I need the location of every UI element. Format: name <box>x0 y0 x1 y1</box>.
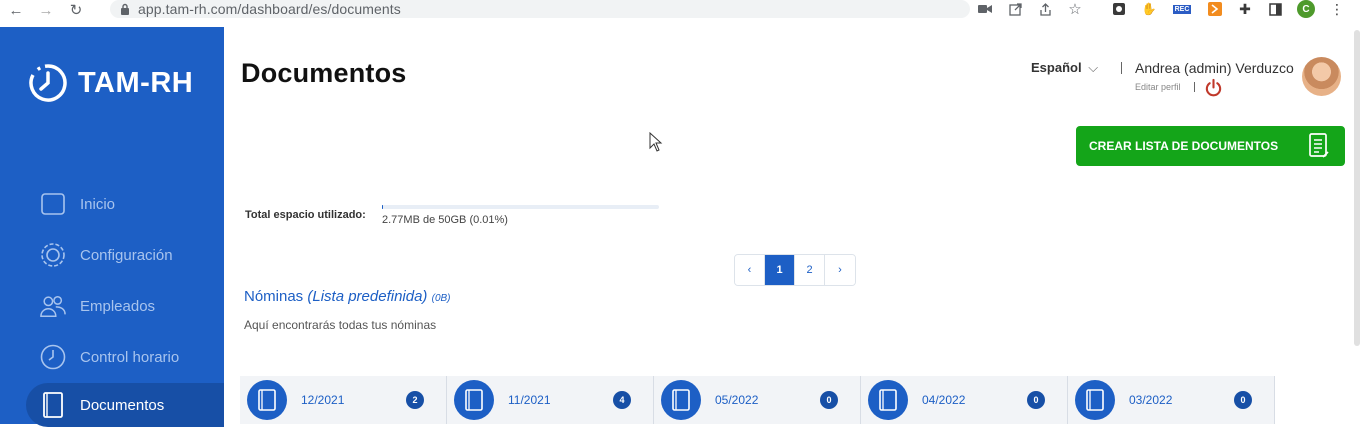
create-button-label: CREAR LISTA DE DOCUMENTOS <box>1089 139 1279 153</box>
sidebar-item-inicio[interactable]: Inicio <box>26 182 224 226</box>
sidebar-item-control-horario[interactable]: Control horario <box>26 335 224 379</box>
document-icon <box>40 392 66 418</box>
page-title: Documentos <box>241 58 407 88</box>
extension-camera-icon[interactable] <box>1111 1 1127 17</box>
folder-card[interactable]: 04/2022 0 <box>861 376 1068 424</box>
sidebar-item-empleados[interactable]: Empleados <box>26 284 224 328</box>
lock-icon <box>121 3 129 15</box>
address-bar[interactable]: app.tam-rh.com/dashboard/es/documents <box>110 0 970 18</box>
language-selector[interactable]: Español ⌵ <box>1031 60 1098 76</box>
create-document-list-button[interactable]: CREAR LISTA DE DOCUMENTOS <box>1076 126 1345 166</box>
user-name: Andrea (admin) Verduzco <box>1135 60 1294 76</box>
storage-progress-bar <box>382 205 659 209</box>
sidebar-item-documentos[interactable]: Documentos <box>26 383 224 427</box>
pagination-page-1[interactable]: 1 <box>765 255 795 285</box>
url-text: app.tam-rh.com/dashboard/es/documents <box>138 1 401 17</box>
folder-label: 03/2022 <box>1129 393 1173 407</box>
edit-profile-link[interactable]: Editar perfil <box>1135 82 1181 92</box>
language-label: Español <box>1031 60 1082 75</box>
users-icon <box>40 293 66 319</box>
section-size: (0B) <box>431 293 451 304</box>
chevron-down-icon: ⌵ <box>1088 60 1099 75</box>
section-title[interactable]: Nóminas (Lista predefinida) (0B) <box>244 288 451 305</box>
gear-icon <box>40 242 66 268</box>
profile-icon[interactable]: C <box>1297 0 1315 18</box>
sidepanel-icon[interactable] <box>1267 1 1283 17</box>
folder-card[interactable]: 03/2022 0 <box>1068 376 1275 424</box>
folder-document-icon <box>1075 380 1115 420</box>
reload-icon[interactable]: ↻ <box>68 2 84 19</box>
folder-label: 05/2022 <box>715 393 759 407</box>
folder-count-badge: 0 <box>1234 391 1252 409</box>
folder-document-icon <box>661 380 701 420</box>
pagination-next[interactable]: › <box>825 255 855 285</box>
section-name: Nóminas <box>244 288 304 305</box>
extension-rec-icon[interactable]: REC <box>1171 1 1193 17</box>
forward-icon[interactable]: → <box>38 2 54 19</box>
browser-toolbar: ← → ↻ app.tam-rh.com/dashboard/es/docume… <box>0 0 1360 20</box>
folder-count-badge: 2 <box>406 391 424 409</box>
extensions-puzzle-icon[interactable]: ✚ <box>1237 1 1253 17</box>
folder-label: 04/2022 <box>922 393 966 407</box>
extension-orange-icon[interactable] <box>1207 1 1223 17</box>
sidebar-item-label: Configuración <box>80 246 173 264</box>
folder-count-badge: 0 <box>820 391 838 409</box>
logo-text: TAM-RH <box>78 66 194 99</box>
storage-value: 2.77MB de 50GB (0.01%) <box>382 214 508 226</box>
folder-list: 12/2021 2 11/2021 4 05/2022 0 04/2022 0 … <box>240 376 1275 424</box>
folder-card[interactable]: 05/2022 0 <box>654 376 861 424</box>
divider <box>1194 82 1195 92</box>
scrollbar[interactable] <box>1354 30 1360 346</box>
sidebar-item-label: Documentos <box>80 396 165 414</box>
folder-label: 12/2021 <box>301 393 345 407</box>
star-icon[interactable]: ☆ <box>1067 1 1083 18</box>
storage-label: Total espacio utilizado: <box>245 209 366 221</box>
document-list-icon <box>1309 133 1329 158</box>
section-subtitle: (Lista predefinida) <box>307 288 428 305</box>
back-icon[interactable]: ← <box>8 2 24 19</box>
section-description: Aquí encontrarás todas tus nóminas <box>244 318 437 332</box>
folder-count-badge: 0 <box>1027 391 1045 409</box>
divider <box>1121 62 1122 74</box>
pagination: ‹ 1 2 › <box>734 254 856 286</box>
extension-hand-icon[interactable]: ✋ <box>1141 1 1157 17</box>
share-icon[interactable] <box>1037 1 1053 17</box>
pagination-page-2[interactable]: 2 <box>795 255 825 285</box>
folder-document-icon <box>868 380 908 420</box>
sidebar-item-label: Inicio <box>80 195 116 213</box>
sidebar-item-label: Empleados <box>80 297 156 315</box>
camera-icon[interactable] <box>977 1 993 17</box>
folder-document-icon <box>247 380 287 420</box>
folder-label: 11/2021 <box>508 393 551 407</box>
logo-icon <box>29 64 67 102</box>
logo[interactable]: TAM-RH <box>28 63 193 103</box>
pagination-prev[interactable]: ‹ <box>735 255 765 285</box>
open-external-icon[interactable] <box>1007 1 1023 17</box>
sidebar-item-configuracion[interactable]: Configuración <box>26 233 224 277</box>
rec-label: REC <box>1172 4 1192 14</box>
sidebar-item-label: Control horario <box>80 348 180 366</box>
storage-progress-fill <box>382 205 384 209</box>
folder-document-icon <box>454 380 494 420</box>
folder-card[interactable]: 11/2021 4 <box>447 376 654 424</box>
avatar[interactable] <box>1302 57 1341 96</box>
menu-dots-icon[interactable]: ⋮ <box>1329 1 1345 17</box>
sidebar: TAM-RH Inicio Configuración Empleados Co… <box>0 27 224 427</box>
power-logout-icon[interactable] <box>1204 78 1223 97</box>
home-square-icon <box>40 191 66 217</box>
mouse-cursor-icon <box>649 132 663 152</box>
folder-card[interactable]: 12/2021 2 <box>240 376 447 424</box>
folder-count-badge: 4 <box>613 391 631 409</box>
clock-icon <box>40 344 66 370</box>
